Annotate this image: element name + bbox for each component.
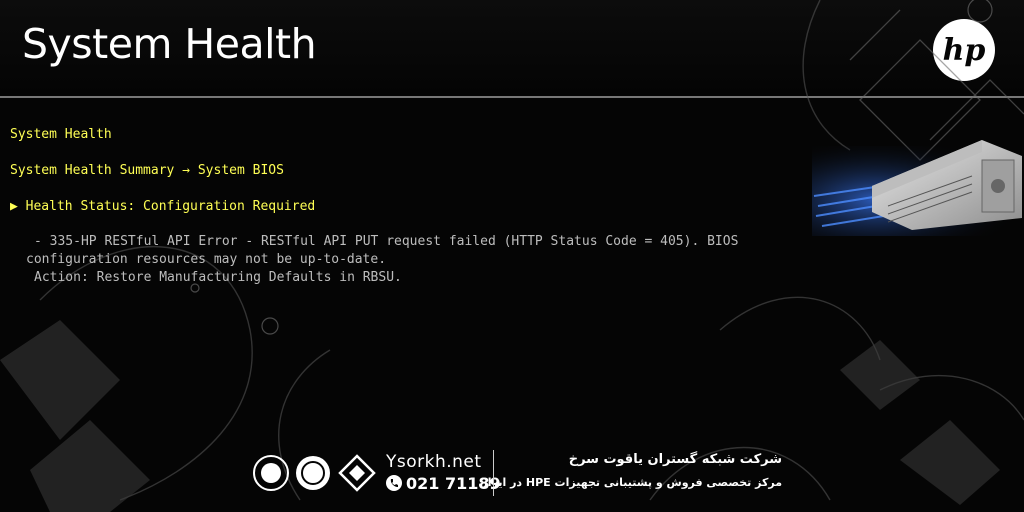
- error-message-line: configuration resources may not be up-to…: [26, 252, 387, 267]
- company-tagline: مرکز تخصصی فروش و پشتیبانی تجهیزات HPE د…: [478, 476, 782, 489]
- header-divider: [0, 96, 1024, 98]
- page-title: System Health: [22, 20, 317, 68]
- phone-icon: [386, 475, 402, 491]
- action-message-line: Action: Restore Manufacturing Defaults i…: [34, 270, 402, 285]
- title-bar: System Health hp: [0, 0, 1024, 96]
- error-message-line: - 335-HP RESTful API Error - RESTful API…: [34, 234, 739, 249]
- breadcrumb: System Health Summary → System BIOS: [10, 163, 284, 178]
- health-status-text: Health Status: Configuration Required: [25, 199, 316, 214]
- server-image: [812, 140, 1024, 236]
- badge-icon: [253, 455, 289, 491]
- watermark-footer: Ysorkh.net 021 71189 شرکت شبکه گستران یا…: [248, 446, 788, 502]
- expand-arrow-icon: ▶: [10, 199, 18, 214]
- website-text: Ysorkh.net: [386, 452, 482, 472]
- footer-divider: [493, 450, 494, 496]
- company-name: شرکت شبکه گستران یاقوت سرخ: [568, 452, 782, 467]
- health-status-item[interactable]: ▶ Health Status: Configuration Required: [10, 199, 315, 214]
- seal-icon: [296, 456, 330, 490]
- diamond-logo-icon: [338, 454, 376, 492]
- hp-logo-icon: hp: [933, 19, 995, 81]
- section-heading: System Health: [10, 127, 112, 142]
- hp-logo-text: hp: [943, 33, 986, 68]
